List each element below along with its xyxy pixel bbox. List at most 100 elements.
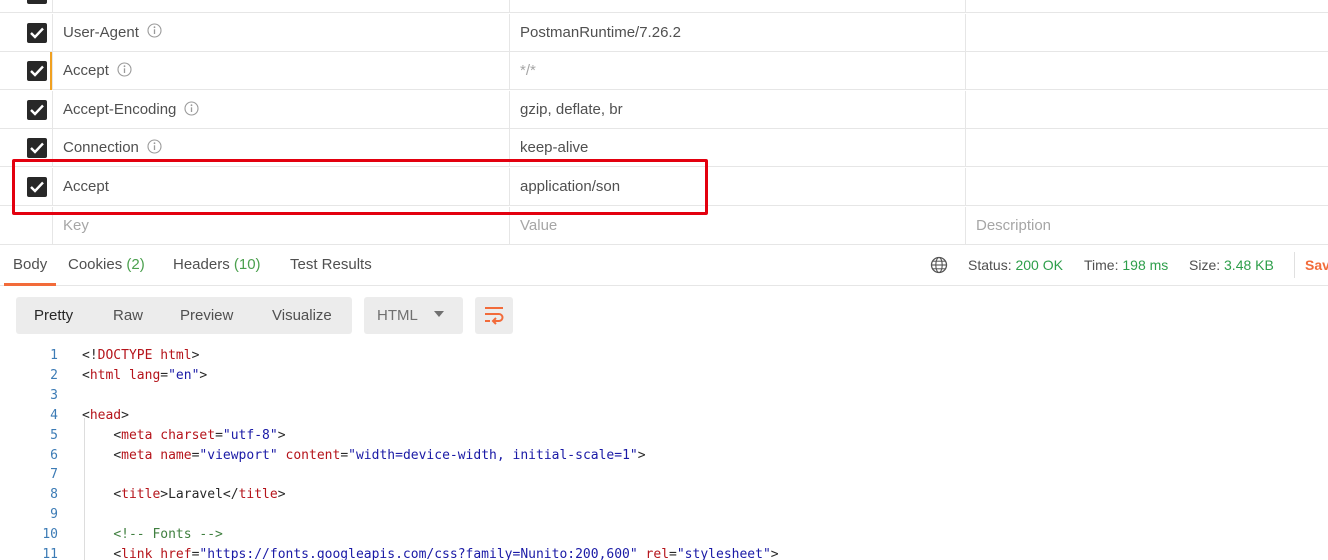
wrap-lines-button[interactable]	[475, 297, 513, 334]
tab-body-label: Body	[13, 256, 48, 273]
header-description-cell[interactable]	[965, 52, 1328, 91]
code-token: head	[89, 407, 122, 423]
header-row: Accept */*	[0, 52, 1328, 91]
header-key-cell[interactable]	[52, 0, 509, 13]
line-number: 7	[50, 467, 58, 483]
response-code-viewer[interactable]: 1 <!DOCTYPE html> 2 <html lang="en"> 3 4 <head…	[0, 346, 1328, 560]
header-description-cell[interactable]	[965, 90, 1328, 129]
line-number: 11	[42, 547, 58, 560]
header-enabled-checkbox[interactable]	[27, 61, 47, 82]
view-preview-button[interactable]: Preview	[180, 307, 233, 324]
tab-headers[interactable]: Headers (10)	[173, 256, 261, 273]
code-token: lang	[128, 367, 161, 383]
code-token: <	[113, 487, 122, 503]
header-value-cell[interactable]	[509, 0, 965, 13]
code-token: content	[285, 447, 341, 463]
wrap-lines-icon	[485, 307, 504, 325]
code-token: meta	[121, 427, 153, 443]
code-line: 10 <!-- Fonts -->	[0, 525, 1328, 545]
code-token: <	[82, 407, 90, 423]
format-select[interactable]: HTML	[364, 297, 463, 334]
header-row: User-Agent PostmanRuntime/7.26.2	[0, 13, 1328, 52]
view-raw-button[interactable]: Raw	[113, 307, 143, 324]
view-mode-group: Pretty Raw Preview Visualize	[16, 297, 352, 334]
line-number: 8	[50, 487, 58, 503]
globe-icon[interactable]	[930, 256, 948, 274]
headers-count: (10)	[233, 256, 261, 273]
header-row	[0, 0, 1328, 13]
header-key: User-Agent	[63, 23, 139, 41]
code-token: <	[113, 427, 122, 443]
code-token: >	[121, 407, 129, 423]
code-token: "en"	[168, 367, 200, 383]
header-description-cell[interactable]	[965, 13, 1328, 52]
header-description-cell[interactable]	[965, 0, 1328, 13]
header-description-cell[interactable]	[965, 168, 1328, 206]
code-source: <meta name="viewport" content="width=dev…	[82, 446, 645, 466]
cookies-count: (2)	[126, 256, 145, 273]
code-line: 7	[0, 465, 1328, 485]
header-checkbox-cell	[0, 14, 52, 52]
save-response-button[interactable]: Sav	[1305, 257, 1328, 273]
info-icon[interactable]	[184, 101, 199, 116]
header-key-cell[interactable]: Accept-Encoding	[52, 90, 509, 129]
info-icon[interactable]	[147, 139, 162, 154]
code-token: "utf-8"	[222, 427, 278, 443]
header-enabled-checkbox[interactable]	[27, 0, 47, 4]
code-token: html	[89, 367, 122, 383]
header-enabled-checkbox[interactable]	[27, 22, 47, 43]
size-value: 3.48 KB	[1224, 257, 1274, 273]
line-number: 2	[50, 367, 58, 383]
view-visualize-button[interactable]: Visualize	[272, 307, 332, 324]
code-token: >	[160, 487, 169, 503]
chevron-down-icon	[434, 311, 444, 317]
view-pretty-button[interactable]: Pretty	[34, 307, 73, 324]
status-readout[interactable]: Status: 200 OK	[968, 257, 1063, 273]
header-description-cell[interactable]	[965, 129, 1328, 168]
highlight-annotation	[12, 159, 708, 215]
time-label: Time:	[1084, 257, 1119, 273]
header-value-cell[interactable]: */*	[509, 52, 965, 91]
check-icon	[30, 104, 44, 116]
code-token: charset	[160, 427, 216, 443]
postman-window: User-Agent PostmanRuntime/7.26.2 Accept */*…	[0, 0, 1328, 560]
save-divider	[1294, 252, 1295, 278]
code-token: link	[121, 547, 153, 560]
line-number: 1	[50, 348, 58, 363]
code-token: title	[121, 487, 161, 503]
code-token: meta	[121, 447, 153, 463]
line-number: 5	[50, 427, 58, 443]
code-token: rel	[645, 547, 670, 560]
code-source: <title>Laravel</title>	[82, 485, 285, 505]
header-checkbox-cell	[0, 52, 52, 90]
check-icon	[30, 143, 44, 155]
description-placeholder: Description	[976, 216, 1052, 234]
size-label: Size:	[1189, 257, 1221, 273]
header-key-cell[interactable]: Accept	[52, 52, 509, 91]
header-enabled-checkbox[interactable]	[27, 138, 47, 159]
header-value-cell[interactable]: PostmanRuntime/7.26.2	[509, 13, 965, 52]
header-key-cell[interactable]: User-Agent	[52, 13, 509, 52]
code-token: =	[340, 447, 349, 463]
code-token: <	[82, 367, 90, 383]
code-line: 8 <title>Laravel</title>	[0, 485, 1328, 505]
line-number: 9	[50, 507, 58, 523]
info-icon[interactable]	[117, 62, 132, 77]
tab-body[interactable]: Body	[13, 256, 47, 273]
header-value-cell[interactable]: gzip, deflate, br	[509, 90, 965, 129]
time-value: 198 ms	[1122, 257, 1169, 273]
info-icon[interactable]	[147, 23, 162, 38]
new-description-input[interactable]: Description	[965, 206, 1328, 245]
format-select-label: HTML	[377, 307, 418, 324]
tab-test-results[interactable]: Test Results	[290, 256, 372, 273]
tab-cookies[interactable]: Cookies (2)	[68, 256, 145, 273]
header-key: Accept	[63, 62, 109, 80]
time-readout[interactable]: Time: 198 ms	[1084, 257, 1168, 273]
code-token: >	[191, 348, 200, 363]
code-line: 2 <html lang="en">	[0, 366, 1328, 386]
size-readout[interactable]: Size: 3.48 KB	[1189, 257, 1274, 273]
header-enabled-checkbox[interactable]	[27, 99, 47, 120]
code-source: <!DOCTYPE html>	[82, 346, 199, 366]
